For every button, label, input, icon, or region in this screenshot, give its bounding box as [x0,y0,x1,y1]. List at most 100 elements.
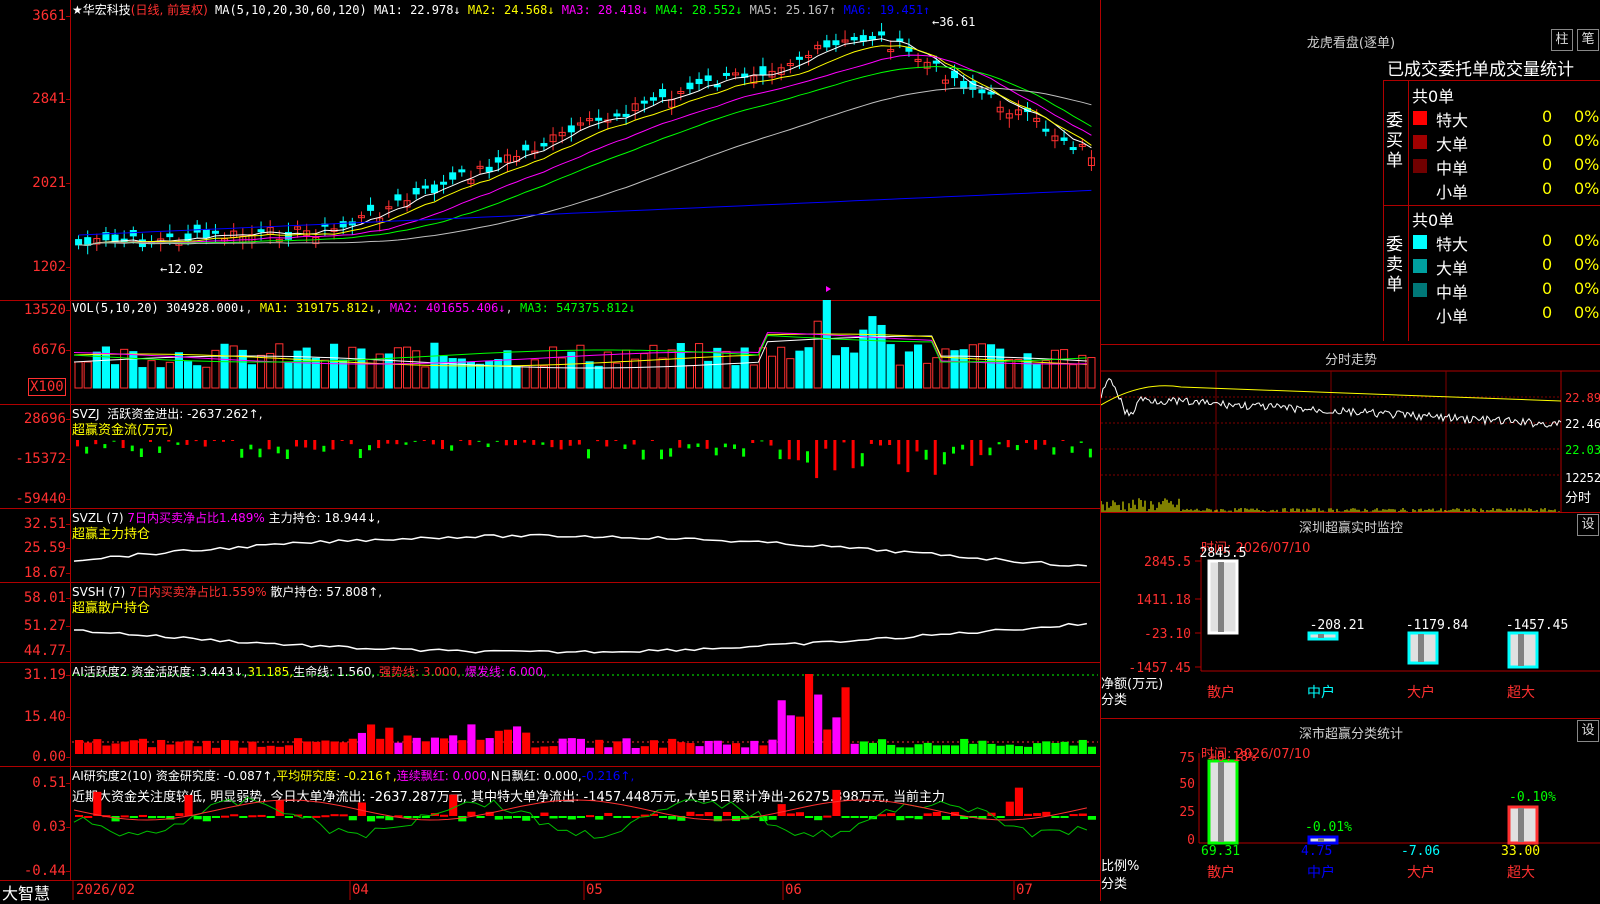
activity-bar [221,740,230,754]
order-p: 0% [1574,255,1600,274]
activity-bar [695,746,704,754]
flow-bar [322,445,326,452]
activity-bar [887,744,896,754]
volume-bar [612,362,621,389]
activity-bar [129,740,138,754]
activity-bar [567,738,576,754]
activity-bar [859,741,868,754]
candle [485,166,493,173]
research-bar [841,816,850,818]
flow-bar [340,440,344,441]
flow-bar [641,449,645,460]
candle [430,184,438,194]
bar-value: -1179.84 [1406,618,1469,633]
research-bar [248,815,257,818]
activity-bar [823,729,832,754]
research-bar [440,814,449,817]
ai-activity-pane[interactable]: 31.19 15.40 0.00 AI活跃度2 资金活跃度: 3.443↓,31… [0,662,1100,767]
flow-bar [952,446,955,454]
research-bar [686,811,695,816]
research-bar [668,816,677,820]
activity-bar [1005,744,1014,754]
volume-pane[interactable]: 13520 6676 X100 VOL(5,10,20) 304928.000↓… [0,300,1100,405]
legend-swatch [1413,159,1427,173]
svsh-pane[interactable]: 58.01 51.27 44.77 SVSH (7) 7日内买卖净占比1.559… [0,582,1100,663]
activity-bar [166,744,175,754]
volume-bar [439,355,448,389]
activity-bar [230,740,239,754]
ts-tick: 22.46 [1565,417,1600,431]
candle [649,97,657,101]
activity-bar [996,745,1005,754]
order-label: 大单 [1436,135,1469,154]
research-bar [75,815,84,818]
flow-bar [1043,440,1047,445]
activity-bar [321,740,330,754]
research-bar [1051,816,1060,818]
bar-shade [1318,634,1324,638]
category-label: 中户 [1307,864,1335,881]
ma-line [78,45,1092,246]
research-bar [275,800,284,816]
activity-bar [458,740,467,754]
activity-bar [969,743,978,754]
research-bar [330,814,339,817]
bar-view-button[interactable]: 柱 [1551,29,1573,51]
flow-bar [422,440,426,441]
activity-bar [394,742,403,754]
ts-tick: 22.03 [1565,443,1600,457]
activity-bar [1033,743,1042,754]
intraday-panel[interactable]: 分时走势 22.89 22.46 22.03 12252 分时 [1100,344,1600,513]
activity-bar [722,744,731,754]
svzl-pane[interactable]: 32.51 25.59 18.67 SVZL (7) 7日内买卖净占比1.489… [0,508,1100,583]
bar-percent: +0.18% [1209,750,1256,765]
volume-bar [330,343,339,389]
candle [686,82,694,90]
activity-bar [193,746,202,754]
svzj-pane[interactable]: 28696 -15372 -59440 SVZJ 活跃资金进出: -2637.2… [0,404,1100,509]
y-tick: 0 [1187,833,1195,848]
activity-bar [357,732,366,754]
order-p: 0% [1574,131,1600,150]
ai-research-pane[interactable]: 0.51 0.03 -0.44 AI研究度2(10) 资金研究度: -0.087… [0,766,1100,881]
price-pane[interactable]: 3661 2841 2021 1202 ★华宏科技(日线, 前复权) MA(5,… [0,0,1100,301]
research-bar [695,814,704,817]
flow-bar [760,440,764,442]
candle [567,125,575,133]
volume-bar [859,329,868,389]
activity-bar [148,747,157,754]
flow-bar [1006,440,1010,448]
research-bar [211,816,220,818]
flow-bar [997,442,1001,445]
sz-bar-chart: 2845.5 1411.18 -23.10 -1457.45 2845.5 散户 -208.… [1128,546,1600,701]
tabs-label[interactable]: 已成交委托单成交量统计 [1387,55,1574,80]
flow-bar [778,449,782,460]
volume-bar [640,353,649,389]
research-bar [996,816,1005,818]
capital-flow-chart [76,440,1092,479]
volume-bar [1041,360,1050,389]
candle [823,40,831,48]
activity-bar [786,715,795,754]
lhb-title: 龙虎看盘(逐单) [1306,36,1396,51]
flow-bar [742,448,746,457]
volume-bar [622,349,631,389]
flow-bar [723,443,727,448]
activity-bar [75,740,84,754]
x-axis-ticks [72,880,1015,900]
pen-view-button[interactable]: 笔 [1577,29,1599,51]
candle [1069,147,1077,151]
research-bar [476,816,485,818]
volume-bar [631,358,640,389]
activity-bar [768,739,777,754]
retail-holding-chart [74,622,1088,654]
volume-bar [421,366,430,389]
flow-bar [851,440,855,469]
flow-bar [495,440,499,442]
research-bar [896,816,905,821]
flow-bar [1015,445,1019,451]
category-label: 中户 [1307,684,1335,701]
flow-bar [577,440,581,445]
flow-bar [194,440,198,442]
legend-swatch [1413,259,1427,273]
